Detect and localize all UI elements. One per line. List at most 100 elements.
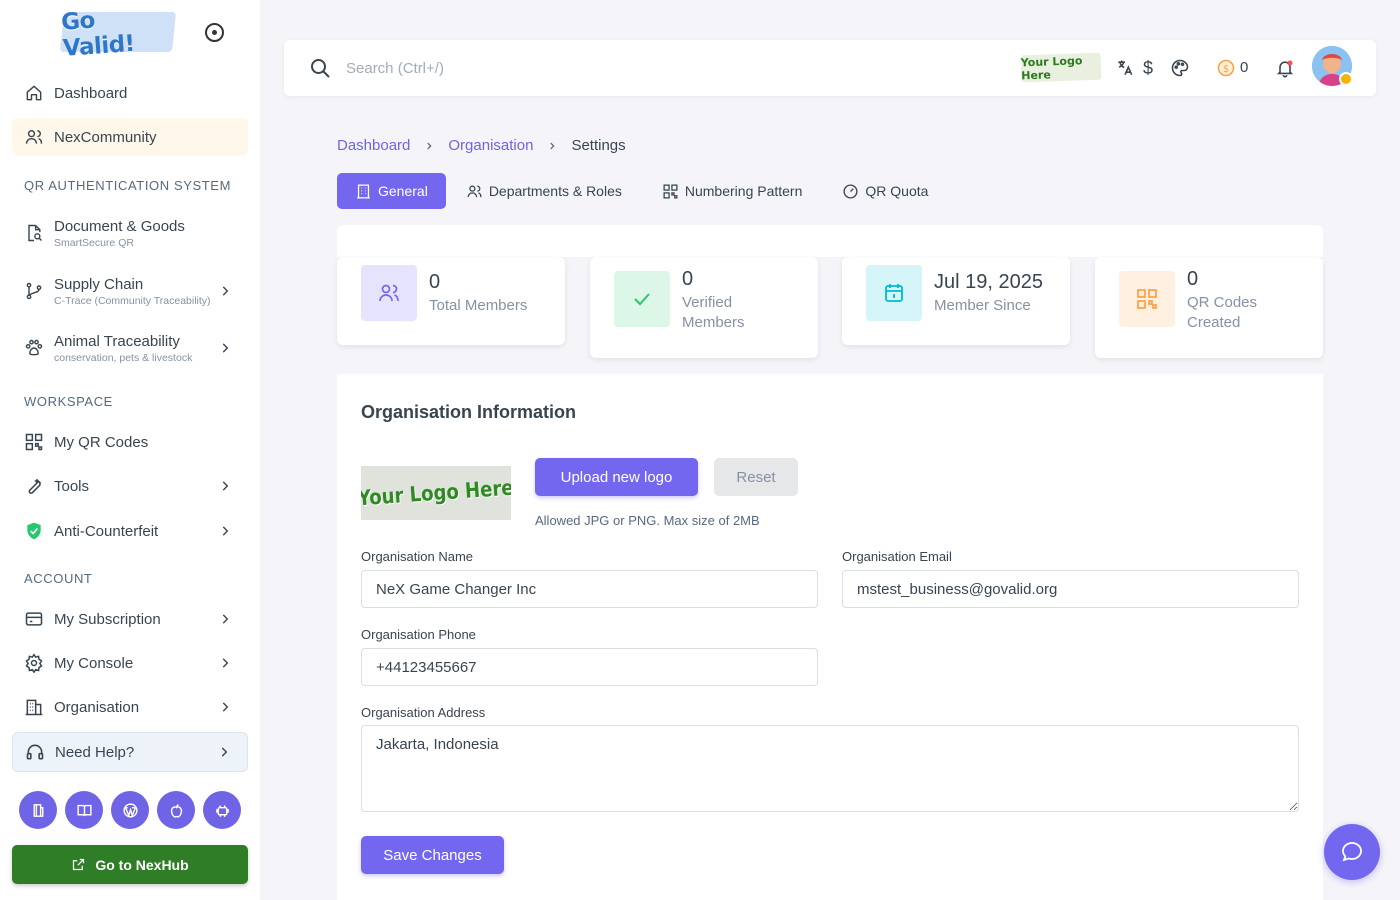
org-logo-thumbnail: Your Logo Here xyxy=(1020,52,1102,83)
tab-general[interactable]: General xyxy=(337,173,446,209)
sidebar-item-label: My Subscription xyxy=(54,610,161,628)
stat-verified-members: 0 Verified Members xyxy=(590,257,818,358)
bell-icon[interactable] xyxy=(1274,57,1296,79)
sidebar-item-my-console[interactable]: My Console xyxy=(12,644,248,682)
gauge-icon xyxy=(843,183,858,199)
chat-support-button[interactable] xyxy=(1324,824,1380,880)
stat-qr-codes-created: 0 QR Codes Created xyxy=(1095,257,1323,358)
svg-text:$: $ xyxy=(1223,64,1229,75)
sidebar-item-label: My QR Codes xyxy=(54,433,149,451)
section-header-account: ACCOUNT xyxy=(24,571,93,586)
palette-icon[interactable] xyxy=(1169,57,1191,79)
stat-label: Verified Members xyxy=(682,294,745,331)
sidebar-item-organisation[interactable]: Organisation xyxy=(12,688,248,726)
book-icon[interactable] xyxy=(19,791,57,829)
building-icon xyxy=(357,183,370,199)
qr-code-icon xyxy=(24,432,44,452)
org-address-label: Organisation Address xyxy=(361,705,486,720)
coin-count: 0 xyxy=(1240,59,1249,76)
org-name-label: Organisation Name xyxy=(361,549,473,564)
translate-icon[interactable] xyxy=(1114,57,1136,79)
sidebar-item-label: Animal Traceability xyxy=(54,332,180,350)
coin-icon[interactable]: $ xyxy=(1215,57,1237,79)
external-link-icon xyxy=(73,858,85,871)
sidebar-item-my-qr-codes[interactable]: My QR Codes xyxy=(12,423,248,461)
breadcrumb: Dashboard Organisation Settings xyxy=(337,137,626,154)
logo-text: Go Valid! xyxy=(60,7,136,62)
sidebar-item-document-goods[interactable]: Document & Goods SmartSecure QR xyxy=(12,210,248,256)
quick-links xyxy=(19,791,241,829)
sidebar-item-label: Document & Goods xyxy=(54,217,185,235)
currency-symbol: $ xyxy=(1142,57,1153,78)
currency-icon[interactable]: $ xyxy=(1137,57,1159,79)
tab-label: General xyxy=(378,183,428,199)
stat-value: 0 xyxy=(682,268,694,290)
sidebar-item-label: Organisation xyxy=(54,698,140,716)
org-logo-text: Your Logo Here xyxy=(361,475,511,511)
chevron-right-icon xyxy=(222,343,229,353)
apple-icon[interactable] xyxy=(157,791,195,829)
sidebar-item-dashboard[interactable]: Dashboard xyxy=(12,74,248,112)
sidebar-item-nexcommunity[interactable]: NexCommunity xyxy=(12,118,248,156)
sidebar-collapse-icon[interactable] xyxy=(205,23,224,42)
org-info-title: Organisation Information xyxy=(361,402,577,422)
reset-logo-button[interactable]: Reset xyxy=(714,458,798,496)
sidebar-header: Go Valid! xyxy=(0,0,260,64)
chat-bubble-icon xyxy=(1342,842,1362,862)
wordpress-icon[interactable] xyxy=(111,791,149,829)
home-icon xyxy=(24,83,44,103)
sidebar-item-need-help[interactable]: Need Help? xyxy=(12,732,248,772)
credit-card-icon xyxy=(24,609,44,629)
sidebar-item-anti-counterfeit[interactable]: Anti-Counterfeit xyxy=(12,512,248,550)
tab-label: Departments & Roles xyxy=(488,183,622,199)
org-phone-field[interactable] xyxy=(361,648,818,686)
chevron-right-icon xyxy=(222,481,229,491)
headset-icon xyxy=(25,742,45,762)
stat-label: Member Since xyxy=(934,297,1031,314)
upload-logo-button[interactable]: Upload new logo xyxy=(535,458,698,496)
govalid-logo[interactable]: Go Valid! xyxy=(59,8,177,62)
breadcrumb-organisation[interactable]: Organisation xyxy=(448,137,533,154)
git-branch-icon xyxy=(24,281,44,301)
go-to-nexhub-button[interactable]: Go to NexHub xyxy=(12,845,248,884)
org-email-field[interactable] xyxy=(842,570,1299,608)
sidebar-item-tools[interactable]: Tools xyxy=(12,467,248,505)
save-changes-button[interactable]: Save Changes xyxy=(361,836,504,874)
tab-qr-quota[interactable]: QR Quota xyxy=(822,173,948,209)
users-icon xyxy=(361,265,417,321)
sidebar-item-supply-chain[interactable]: Supply Chain C-Trace (Community Traceabil… xyxy=(12,268,248,314)
stat-value: Jul 19, 2025 xyxy=(934,271,1043,293)
org-address-field[interactable]: Jakarta, Indonesia xyxy=(361,725,1299,812)
tab-departments-roles[interactable]: Departments & Roles xyxy=(446,173,642,209)
stat-member-since: Jul 19, 2025 Member Since xyxy=(842,257,1070,345)
shield-check-icon xyxy=(24,521,44,541)
tab-numbering-pattern[interactable]: Numbering Pattern xyxy=(642,173,823,209)
org-logo-preview: Your Logo Here xyxy=(361,466,511,520)
upload-hint: Allowed JPG or PNG. Max size of 2MB xyxy=(535,513,760,528)
qr-code-icon xyxy=(1119,271,1175,327)
gear-icon xyxy=(24,653,44,673)
breadcrumb-settings: Settings xyxy=(571,137,626,154)
chevron-right-icon xyxy=(222,658,229,668)
chevron-right-icon xyxy=(427,142,432,149)
sidebar-item-my-subscription[interactable]: My Subscription xyxy=(12,600,248,638)
sidebar-item-animal-traceability[interactable]: Animal Traceability conservation, pets & … xyxy=(12,325,248,371)
users-icon xyxy=(24,127,44,147)
check-icon xyxy=(614,271,670,327)
settings-tabs: General Departments & Roles Numbering Pa… xyxy=(337,173,948,209)
sidebar-item-label: Supply Chain xyxy=(54,275,144,293)
search-input[interactable] xyxy=(346,56,746,80)
wrench-icon xyxy=(24,476,44,496)
open-book-icon[interactable] xyxy=(65,791,103,829)
section-header-qr-auth: QR AUTHENTICATION SYSTEM xyxy=(24,178,232,193)
sidebar-item-label: Tools xyxy=(54,477,90,495)
stat-value: 0 xyxy=(1187,268,1199,290)
sidebar-item-sublabel: C-Trace (Community Traceability) xyxy=(54,294,211,307)
android-icon[interactable] xyxy=(203,791,241,829)
chevron-right-icon xyxy=(222,286,229,296)
sidebar-item-label: Need Help? xyxy=(55,743,135,761)
org-name-field[interactable] xyxy=(361,570,818,608)
search-icon[interactable] xyxy=(308,56,332,80)
chevron-right-icon xyxy=(222,526,229,536)
breadcrumb-dashboard[interactable]: Dashboard xyxy=(337,137,410,154)
